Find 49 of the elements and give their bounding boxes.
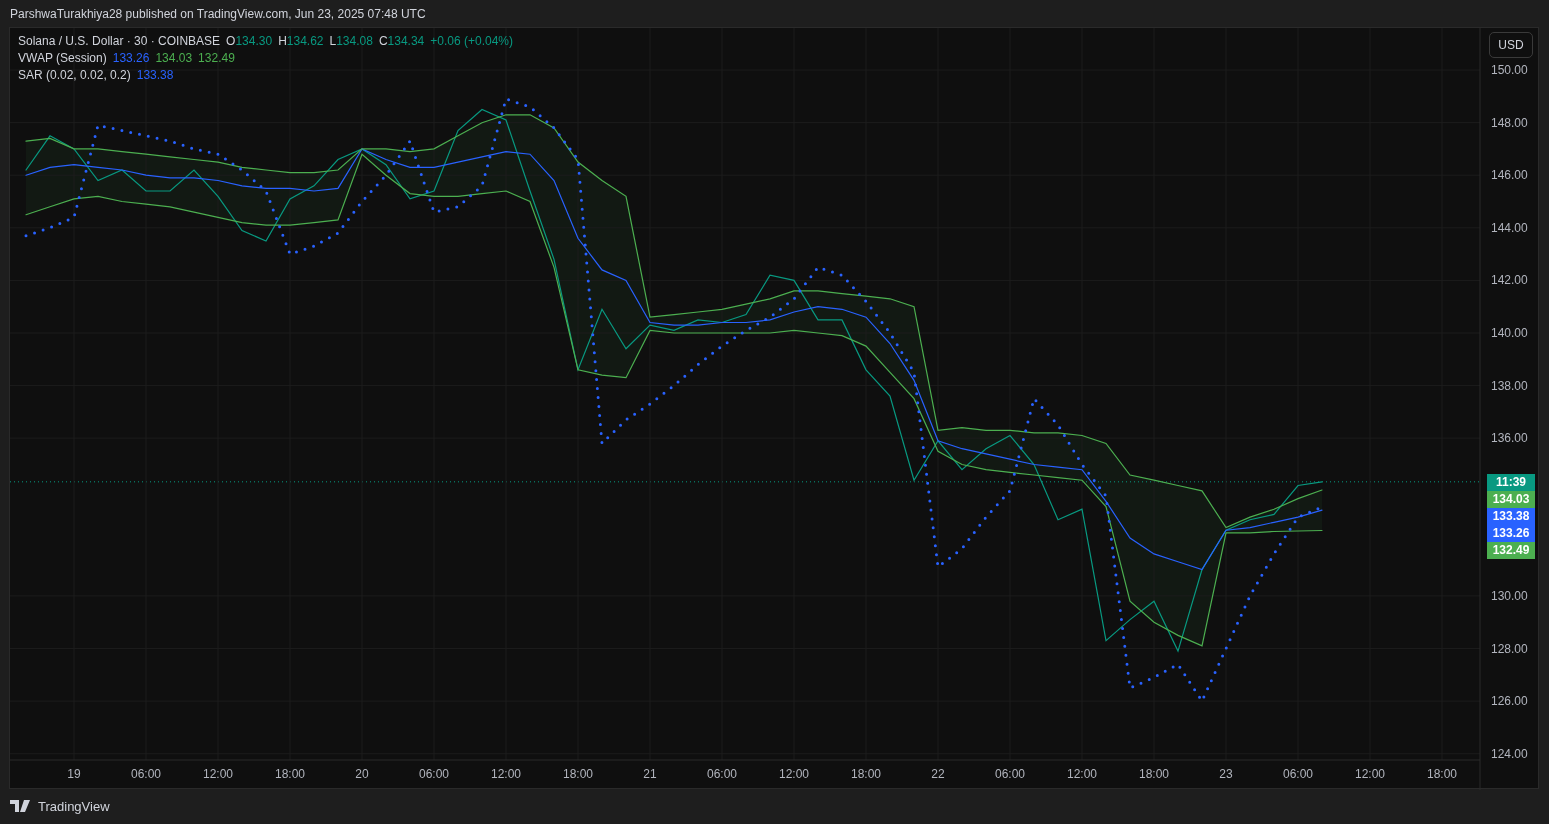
ohlc-value: O134.30 [226,34,273,48]
time-axis-label: 12:00 [491,767,521,781]
price-axis-label: 144.00 [1491,220,1528,235]
ohlc-value: H134.62 [278,34,324,48]
time-axis-label: 20 [355,767,369,781]
price-axis-label: 146.00 [1491,168,1528,183]
price-axis-label: 140.00 [1491,326,1528,340]
symbol-title: Solana / U.S. Dollar · 30 · COINBASE [18,34,221,48]
time-axis-label: 19 [67,767,81,781]
time-axis-label: 06:00 [131,767,161,781]
price-axis-label: 142.00 [1491,273,1528,288]
price-tag: 11:39 [1487,473,1535,491]
time-axis-label: 23 [1219,767,1233,781]
ohlc-value: L134.08 [329,34,373,48]
time-axis-label: 12:00 [1067,767,1097,781]
price-axis-label: 126.00 [1491,694,1528,709]
logo-icon [10,800,32,812]
price-axis-label: 150.00 [1491,63,1528,78]
time-axis-label: 18:00 [275,767,305,781]
price-change: +0.06 (+0.04%) [430,34,513,48]
indicator-name: SAR (0.02, 0.02, 0.2) [18,68,131,82]
indicator-value: 133.38 [136,68,174,82]
time-axis-label: 12:00 [1355,767,1385,781]
time-axis-label: 18:00 [851,767,881,781]
indicator-value: 134.03 [155,51,193,65]
time-axis-label: 12:00 [203,767,233,781]
price-axis-label: 138.00 [1491,378,1528,393]
time-axis-label: 06:00 [419,767,449,781]
ohlc-value: C134.34 [378,34,425,48]
price-axis-label: 124.00 [1491,746,1528,761]
time-axis-label: 06:00 [995,767,1025,781]
price-axis-label: 130.00 [1491,588,1528,603]
publisher-caption: ParshwaTurakhiya28 published on TradingView.com, Jun 23, 2025 07:48 UTC [10,6,426,21]
currency-button[interactable]: USD [1489,32,1533,58]
time-axis-label: 06:00 [1283,767,1313,781]
price-axis-label: 148.00 [1491,115,1528,130]
time-axis-label: 22 [931,767,945,781]
price-axis-label: 128.00 [1491,641,1528,656]
time-axis-label: 06:00 [707,767,737,781]
brand-name: TradingView [38,798,110,814]
time-axis-label: 18:00 [563,767,593,781]
time-axis-label: 18:00 [1139,767,1169,781]
time-axis-label: 18:00 [1427,767,1457,781]
time-axis-label: 21 [643,767,657,781]
indicator-value: 132.49 [198,51,235,65]
price-axis-label: 136.00 [1491,431,1528,446]
time-axis-label: 12:00 [779,767,809,781]
indicator-name: VWAP (Session) [18,51,107,65]
indicator-value: 133.26 [112,51,150,65]
